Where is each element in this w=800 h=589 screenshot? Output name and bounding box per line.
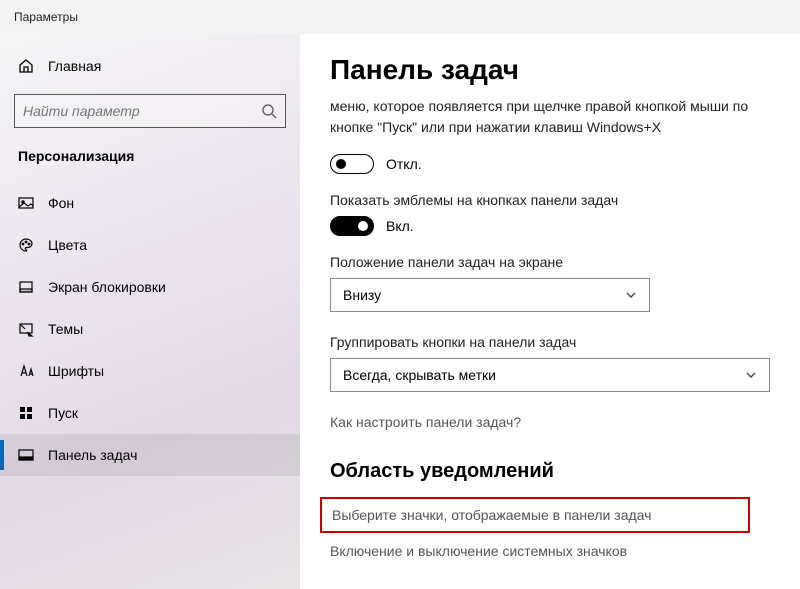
system-icons-link[interactable]: Включение и выключение системных значков (330, 543, 770, 559)
sidebar-item-fonts[interactable]: Шрифты (0, 350, 300, 392)
sidebar-item-label: Темы (48, 321, 83, 337)
toggle-state-label: Откл. (386, 156, 422, 172)
badges-toggle[interactable] (330, 216, 374, 236)
sidebar-item-lockscreen[interactable]: Экран блокировки (0, 266, 300, 308)
grouping-label: Группировать кнопки на панели задач (330, 334, 770, 350)
chevron-down-icon (745, 369, 757, 381)
sidebar-item-label: Пуск (48, 405, 78, 421)
sidebar-item-label: Экран блокировки (48, 279, 166, 295)
chevron-down-icon (625, 289, 637, 301)
sidebar: Главная Персонализация Фон (0, 34, 300, 589)
titlebar: Параметры (0, 0, 800, 34)
page-title: Панель задач (330, 54, 770, 86)
sidebar-item-background[interactable]: Фон (0, 182, 300, 224)
position-dropdown[interactable]: Внизу (330, 278, 650, 312)
position-value: Внизу (343, 287, 381, 303)
search-box[interactable] (14, 94, 286, 128)
fonts-icon (18, 363, 34, 379)
select-icons-link[interactable]: Выберите значки, отображаемые в панели з… (320, 497, 750, 533)
lockscreen-icon (18, 279, 34, 295)
search-input[interactable] (23, 103, 261, 119)
home-label: Главная (48, 58, 101, 74)
search-icon (261, 103, 277, 119)
taskbar-icon (18, 447, 34, 463)
start-icon (18, 405, 34, 421)
sidebar-item-label: Фон (48, 195, 74, 211)
position-label: Положение панели задач на экране (330, 254, 770, 270)
window-title: Параметры (14, 10, 78, 24)
main-panel: Панель задач Заменить командную строку о… (300, 34, 800, 589)
window-body: Главная Персонализация Фон (0, 34, 800, 589)
grouping-dropdown[interactable]: Всегда, скрывать метки (330, 358, 770, 392)
grouping-value: Всегда, скрывать метки (343, 367, 496, 383)
sidebar-item-colors[interactable]: Цвета (0, 224, 300, 266)
sidebar-item-label: Цвета (48, 237, 87, 253)
section-header: Персонализация (0, 146, 300, 182)
palette-icon (18, 237, 34, 253)
sidebar-item-themes[interactable]: Темы (0, 308, 300, 350)
powershell-toggle[interactable] (330, 154, 374, 174)
clipped-setting-description: Заменить командную строку оболочкой Wind… (330, 94, 770, 146)
sidebar-item-start[interactable]: Пуск (0, 392, 300, 434)
themes-icon (18, 321, 34, 337)
home-icon (18, 58, 34, 74)
help-link[interactable]: Как настроить панели задач? (330, 414, 770, 430)
sidebar-item-label: Шрифты (48, 363, 104, 379)
badges-label: Показать эмблемы на кнопках панели задач (330, 192, 770, 208)
picture-icon (18, 195, 34, 211)
sidebar-item-label: Панель задач (48, 447, 137, 463)
sidebar-item-taskbar[interactable]: Панель задач (0, 434, 300, 476)
settings-window: Параметры Главная Перс (0, 0, 800, 589)
toggle-state-label: Вкл. (386, 218, 414, 234)
home-nav[interactable]: Главная (0, 54, 300, 88)
notification-area-heading: Область уведомлений (330, 460, 770, 483)
